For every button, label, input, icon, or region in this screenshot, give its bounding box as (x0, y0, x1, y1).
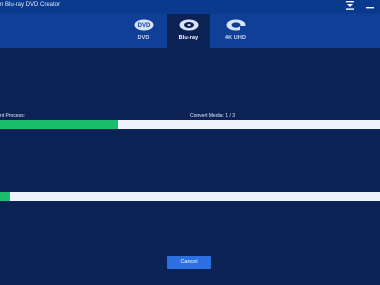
svg-text:DVD: DVD (137, 23, 150, 29)
total-progress-fill (0, 192, 10, 201)
bluray-logo-icon (179, 18, 199, 31)
main-content (0, 48, 380, 285)
current-progress-fill (0, 120, 118, 129)
cancel-button[interactable]: Cancel (167, 256, 211, 269)
tab-dvd-label: DVD (137, 35, 150, 41)
tab-dvd[interactable]: DVD DVD (122, 14, 165, 48)
total-progress-bar (0, 192, 380, 201)
current-process-label: nt Process: (0, 113, 26, 119)
tab-bluray[interactable]: Blu-ray (167, 14, 210, 48)
convert-media-status: Convert Media: 1 / 3 (190, 113, 236, 119)
title-bar: n Blu-ray DVD Creator (0, 0, 380, 14)
dvd-logo-icon: DVD (134, 18, 154, 31)
tab-4k-uhd[interactable]: 4K UHD (214, 14, 257, 48)
uhd-bluray-logo-icon (226, 18, 246, 31)
tab-bluray-label: Blu-ray (178, 35, 199, 41)
app-title: n Blu-ray DVD Creator (0, 2, 61, 8)
current-progress-bar (0, 120, 380, 129)
tab-4k-uhd-label: 4K UHD (224, 35, 247, 41)
menu-icon[interactable] (346, 1, 354, 13)
minimize-icon[interactable] (366, 1, 374, 13)
